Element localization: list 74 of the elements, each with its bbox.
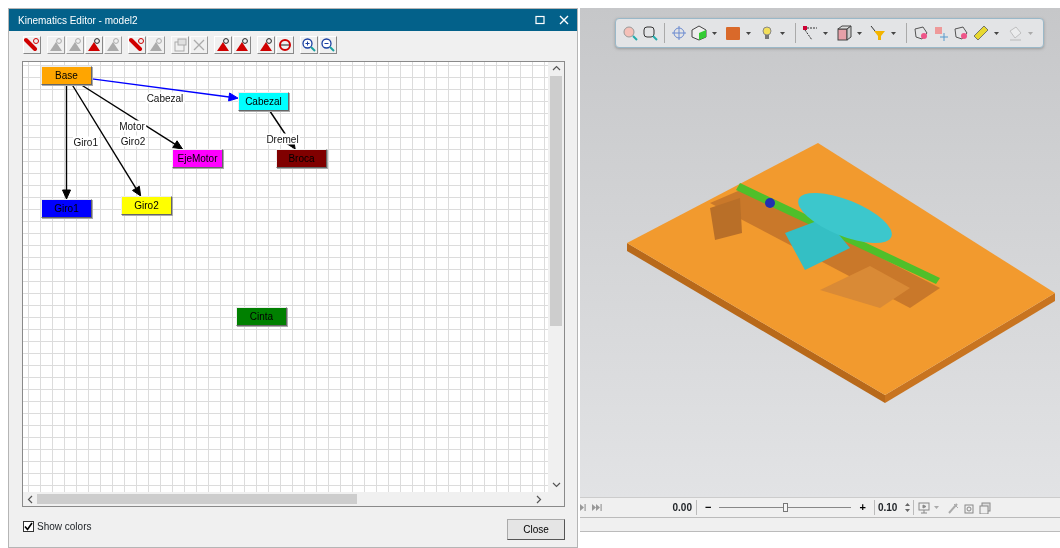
dropdown-icon [1028,31,1033,35]
arm-icon [215,37,231,53]
connector-label: Giro1 [72,136,99,148]
arm-icon [258,37,274,53]
checkbox[interactable] [23,521,34,532]
horizontal-scrollbar[interactable] [23,492,548,506]
checkbox-label: Show colors [37,520,92,534]
toolbar-button[interactable] [913,25,929,41]
window-title: Kinematics Editor - model2 [18,13,139,28]
spinner-icon[interactable] [904,503,910,512]
bucket-icon [1007,25,1023,41]
arm-icon [234,37,250,53]
maximize-icon[interactable] [535,15,545,25]
plus-button[interactable]: + [851,499,874,516]
slider-track[interactable] [719,503,852,512]
vertical-scrollbar[interactable] [548,62,564,492]
link-icon [24,37,40,53]
close-button[interactable]: Close [507,519,565,540]
arm-icon [48,37,64,53]
toolbar-button[interactable] [953,25,969,41]
dropdown-icon [857,31,862,35]
toolbar-button[interactable] [642,25,658,41]
dropdown-icon [712,31,717,35]
dropdown-icon [823,31,828,35]
slider-thumb[interactable] [783,503,789,512]
arm-icon [67,37,83,53]
bulb-icon [759,25,775,41]
crosshair-icon [671,25,687,41]
solid-box-icon [725,25,741,41]
dropdown-icon [994,31,999,35]
scroll-left-icon[interactable] [27,494,33,504]
diagram-node[interactable]: Cinta [236,307,287,326]
box-icon [836,25,852,41]
scroll-down-icon[interactable] [551,482,561,488]
record-icon[interactable] [962,501,975,514]
time-field[interactable]: 0.00 [627,500,697,515]
skip-forward-icon[interactable] [580,503,586,512]
zoom-window-icon [642,25,658,41]
presentation-icon[interactable] [917,501,930,514]
dropdown-icon [780,31,785,35]
dropdown-icon [891,31,896,35]
properties-icon [172,37,188,53]
line-icon [802,25,818,41]
arm-icon [148,37,164,53]
connector-label: Dremel [265,133,300,145]
scroll-right-icon[interactable] [536,494,542,504]
ruler-icon [973,25,989,41]
shape-icon [953,25,969,41]
zoom-in-icon [301,37,317,53]
copy-icon[interactable] [978,501,991,514]
connector-label: Giro2 [119,135,147,146]
cube-icon [691,25,707,41]
zoom-out-icon [320,37,336,53]
move-icon [933,25,949,41]
cycle-icon [277,37,293,53]
dropdown-icon [746,31,751,35]
arm-icon [86,37,102,53]
arm-icon [105,37,121,53]
funnel-icon [870,25,886,41]
shape-icon [913,25,929,41]
step-field[interactable]: 0.10 [877,500,898,515]
minus-button[interactable]: − [697,499,720,516]
link-icon [129,37,145,53]
connector-label: Cabezal [145,92,185,103]
diagram-node[interactable]: Base [41,66,92,85]
diagram-node[interactable]: EjeMotor [172,149,223,168]
skip-end-icon[interactable] [592,503,603,512]
diagram-node[interactable]: Giro2 [121,196,172,215]
diagram-node[interactable]: Cabezal [238,92,289,111]
close-icon[interactable] [559,15,569,25]
zoom-icon [622,25,638,41]
delete-icon [191,37,207,53]
scroll-up-icon[interactable] [551,65,561,71]
connector-label: Motor [118,120,146,132]
